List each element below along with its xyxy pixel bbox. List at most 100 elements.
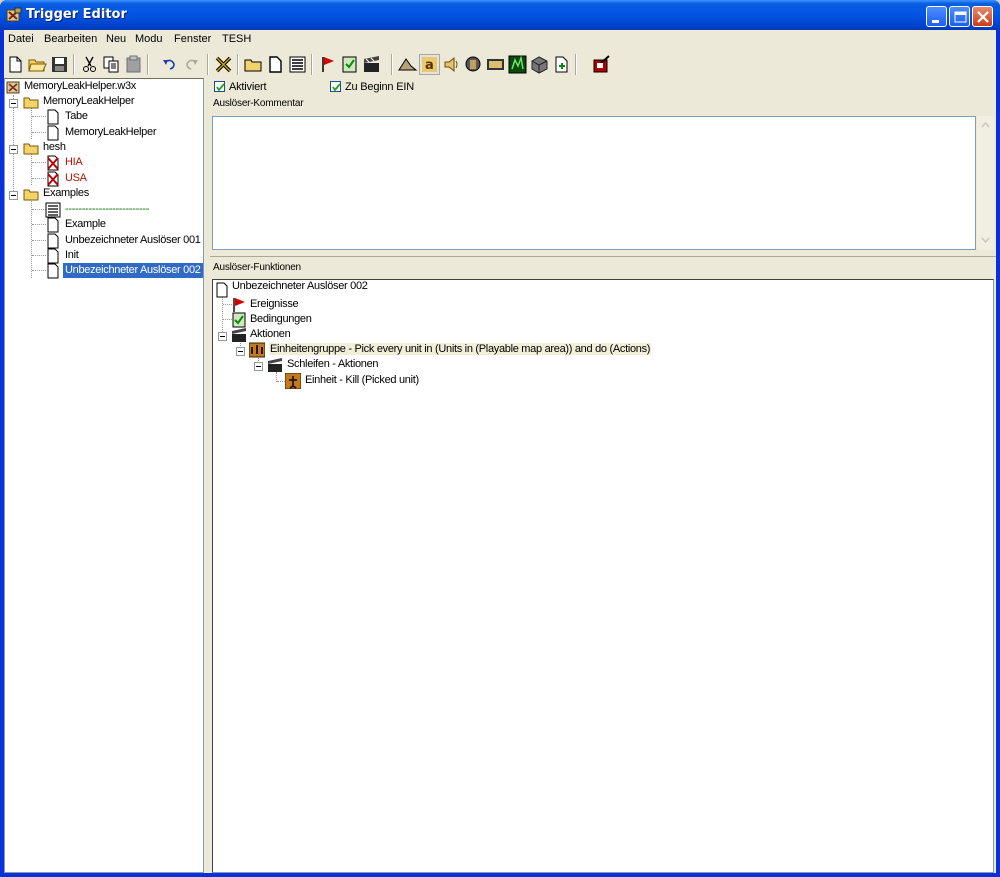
folder-icon (23, 189, 39, 201)
undo-button[interactable] (159, 54, 180, 75)
collapse-toggle[interactable] (9, 145, 18, 154)
new-action-button[interactable] (361, 54, 382, 75)
trigger-editor-icon: a (422, 57, 437, 73)
map-icon (6, 81, 20, 94)
tree-root-label: MemoryLeakHelper.w3x (24, 80, 136, 92)
title-bar[interactable]: Trigger Editor (0, 0, 1000, 30)
object-manager-button[interactable] (529, 54, 550, 75)
tree-item-label: Init (65, 249, 79, 261)
new-button[interactable] (5, 54, 26, 75)
paste-icon (126, 55, 141, 73)
campaign-editor-icon (487, 59, 504, 70)
tree-item-label: Examples (43, 187, 89, 199)
open-button[interactable] (27, 54, 48, 75)
new-icon (9, 56, 22, 73)
object-editor-button[interactable] (463, 54, 484, 75)
scroll-arrows-icon (981, 121, 990, 244)
terrain-editor-icon (398, 58, 418, 71)
ai-editor-icon (508, 55, 527, 74)
initially-on-checkbox[interactable] (330, 81, 341, 92)
ai-editor-button[interactable] (507, 54, 528, 75)
open-icon (28, 59, 47, 72)
terrain-editor-button[interactable] (397, 54, 418, 75)
unit-group-icon (249, 342, 265, 358)
tree-item-label: MemoryLeakHelper (65, 126, 157, 138)
new-comment-button[interactable] (287, 54, 308, 75)
tree-item-label: MemoryLeakHelper (43, 95, 135, 107)
function-events-label: Ereignisse (250, 298, 299, 310)
new-event-icon (322, 57, 334, 72)
toolbar-separator (207, 54, 209, 75)
maximize-button[interactable] (949, 6, 970, 27)
redo-icon (186, 59, 198, 70)
new-category-button[interactable] (243, 54, 264, 75)
paste-button[interactable] (123, 54, 144, 75)
collapse-toggle[interactable] (9, 191, 18, 200)
test-map-button[interactable] (591, 54, 612, 75)
comment-icon (45, 202, 61, 218)
new-trigger-button[interactable] (265, 54, 286, 75)
new-event-button[interactable] (317, 54, 338, 75)
toolbar-separator (575, 54, 577, 75)
svg-text:a: a (425, 58, 434, 73)
new-trigger-icon (269, 56, 282, 73)
save-button[interactable] (49, 54, 70, 75)
undo-icon (163, 59, 175, 70)
redo-button[interactable] (181, 54, 202, 75)
menu-bearbeiten[interactable]: Bearbeiten (44, 33, 97, 45)
menu-neu[interactable]: Neu (106, 33, 126, 45)
sound-editor-button[interactable] (441, 54, 462, 75)
copy-button[interactable] (101, 54, 122, 75)
checkmark-icon (216, 83, 225, 92)
horizontal-splitter[interactable] (210, 253, 996, 257)
menu-modu[interactable]: Modu (135, 33, 163, 45)
trigger-functions-tree[interactable]: Unbezeichneter Auslöser 002 Ereignisse B… (212, 279, 994, 873)
unit-icon (285, 373, 301, 389)
function-actions-label: Aktionen (250, 328, 291, 340)
comment-scrollbar[interactable] (977, 116, 994, 250)
enabled-checkbox[interactable] (214, 81, 225, 92)
sound-editor-icon (444, 56, 458, 73)
menu-tesh[interactable]: TESH (222, 33, 251, 45)
new-condition-button[interactable] (339, 54, 360, 75)
save-icon (52, 57, 67, 72)
tree-item-label: Tabe (65, 110, 88, 122)
delete-button[interactable] (213, 54, 234, 75)
enabled-label: Aktiviert (229, 81, 267, 93)
trigger-icon (47, 263, 59, 279)
import-manager-button[interactable] (551, 54, 572, 75)
client-area: Datei Bearbeiten Neu Modu Fenster TESH a… (4, 30, 996, 873)
campaign-editor-button[interactable] (485, 54, 506, 75)
collapse-toggle[interactable] (218, 332, 227, 341)
tree-item-label: HIA (65, 156, 83, 168)
function-trigger-name-label: Unbezeichneter Auslöser 002 (232, 280, 368, 292)
new-action-icon (364, 56, 379, 72)
trigger-editor-app-icon (6, 7, 22, 22)
comment-textarea[interactable] (212, 116, 976, 250)
collapse-toggle[interactable] (254, 362, 263, 371)
trigger-tree-panel[interactable]: MemoryLeakHelper.w3x MemoryLeakHelper Ta… (4, 78, 204, 873)
cut-button[interactable] (79, 54, 100, 75)
tree-item-label: USA (65, 172, 87, 184)
cut-icon (83, 56, 96, 72)
trigger-icon (47, 248, 59, 264)
collapse-toggle[interactable] (236, 347, 245, 356)
trigger-icon (47, 233, 59, 249)
object-editor-icon (465, 56, 481, 72)
close-button[interactable] (972, 6, 993, 27)
collapse-toggle[interactable] (9, 99, 18, 108)
functions-label: Auslöser-Funktionen (213, 262, 301, 273)
function-loop-actions-label: Schleifen - Aktionen (287, 358, 379, 370)
menu-fenster[interactable]: Fenster (174, 33, 211, 45)
comment-label: Auslöser-Kommentar (213, 98, 304, 109)
toolbar-separator (147, 54, 149, 75)
toolbar: a (4, 51, 996, 78)
toolbar-separator (73, 54, 75, 75)
trigger-icon (47, 125, 59, 141)
new-condition-icon (342, 56, 357, 73)
minimize-button[interactable] (926, 6, 947, 27)
menu-datei[interactable]: Datei (8, 33, 34, 45)
new-category-icon (244, 59, 262, 72)
tree-item-label: ------------------------- (65, 203, 150, 215)
trigger-editor-button[interactable]: a (419, 54, 440, 75)
